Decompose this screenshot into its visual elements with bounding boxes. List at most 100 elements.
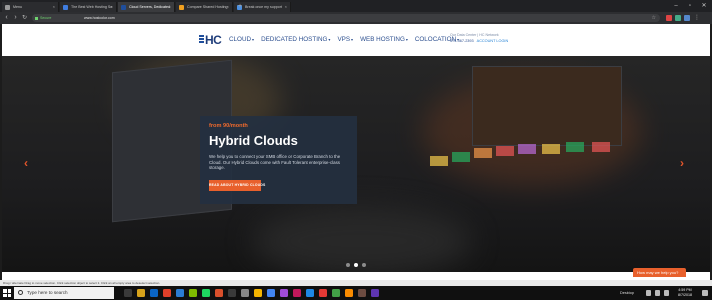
desktop-toolbar-label[interactable]: Desktop [620,286,634,300]
hero-slider: ‹ › from 90/month Hybrid Clouds We help … [2,56,710,272]
forward-icon[interactable]: › [11,13,20,23]
lock-icon [35,16,38,20]
nav-item-label: CLOUD [229,36,252,43]
taskbar-app-icon[interactable] [176,289,184,297]
nav-item-dedicated-hosting[interactable]: DEDICATED HOSTING▾ [261,35,330,45]
taskbar-app-icon[interactable] [306,289,314,297]
taskbar-search-input[interactable]: Type here to search [14,287,114,299]
sticky-note [592,142,610,152]
taskbar-app-icon[interactable] [345,289,353,297]
windows-taskbar: Type here to search Desktop 4:59 PM 8/7/… [0,286,712,300]
battery-icon[interactable] [664,290,669,296]
read-about-hybrid-clouds-button[interactable]: READ ABOUT HYBRID CLOUDS [209,180,265,191]
taskbar-app-icon[interactable] [163,289,171,297]
sticky-note [430,156,448,166]
chevron-down-icon: ▾ [252,37,255,42]
tab-title: Cloud Servers, Dedicated [129,5,170,9]
browser-tab[interactable]: Menu × [2,2,59,12]
taskbar-app-icon[interactable] [189,289,197,297]
taskbar-app-icon[interactable] [358,289,366,297]
taskbar-app-icon[interactable] [124,289,132,297]
hero-description: We help you to connect your SMB office o… [209,154,341,171]
taskbar-app-icon[interactable] [332,289,340,297]
taskbar-app-icon[interactable] [202,289,210,297]
monitor-image [472,66,622,146]
site-header: HC CLOUD▾ DEDICATED HOSTING▾ VPS▾ WEB HOSTI… [2,24,710,56]
back-icon[interactable]: ‹ [2,13,11,23]
previous-slide-arrow-icon[interactable]: ‹ [24,156,28,170]
nav-item-web-hosting[interactable]: WEB HOSTING▾ [360,35,408,45]
maximize-icon[interactable]: ▫ [684,0,696,12]
minimize-icon[interactable]: – [670,0,682,12]
extension-icon[interactable] [666,15,672,21]
main-navigation: CLOUD▾ DEDICATED HOSTING▾ VPS▾ WEB HOSTING▾… [229,35,459,45]
favicon-icon [121,4,126,10]
phone-number[interactable]: 574-367-2393 [450,39,474,43]
price-tagline: from 90/month [209,123,248,129]
nav-item-label: WEB HOSTING [360,36,405,43]
favicon-icon [5,4,10,10]
taskbar-app-icon[interactable] [241,289,249,297]
close-tab-icon[interactable]: × [53,2,55,12]
close-tab-icon[interactable]: × [111,2,113,12]
url-text[interactable]: www.hostcolor.com [84,14,115,22]
live-chat-button[interactable]: How may we help you? [633,268,686,277]
extension-icon[interactable] [684,15,690,21]
tab-title: Compare Shared Hosting [187,5,228,9]
close-tab-icon[interactable]: × [227,2,229,12]
sticky-note [518,144,536,154]
nav-item-cloud[interactable]: CLOUD▾ [229,35,254,45]
nav-item-label: DEDICATED HOSTING [261,36,328,43]
browser-tab[interactable]: Compare Shared Hosting × [176,2,233,12]
taskbar-app-icon[interactable] [137,289,145,297]
contact-block: Our Data Center | HC Network 574-367-239… [450,33,530,43]
taskbar-app-icon[interactable] [319,289,327,297]
taskbar-app-icon[interactable] [254,289,262,297]
search-placeholder: Type here to search [27,290,68,295]
close-window-icon[interactable]: ✕ [698,0,710,12]
sticky-note [452,152,470,162]
close-tab-icon[interactable]: × [285,2,287,12]
taskbar-app-icon[interactable] [280,289,288,297]
extension-icon[interactable] [675,15,681,21]
data-center-link[interactable]: Our Data Center | HC Network [450,33,530,37]
favicon-icon [179,4,184,10]
sticky-note [566,142,584,152]
favicon-icon [63,4,68,10]
secure-indicator[interactable]: Secure [35,14,51,22]
network-icon[interactable] [646,290,651,296]
slider-dot[interactable] [346,263,350,267]
tab-title: The Best Web Hosting Se [71,5,113,9]
close-tab-icon[interactable]: × [169,2,171,12]
nav-item-vps[interactable]: VPS▾ [337,35,353,45]
taskbar-app-icon[interactable] [267,289,275,297]
page-below-fold [2,272,710,280]
browser-tab-strip: Menu × The Best Web Hosting Se × Cloud Serve… [0,0,712,12]
next-slide-arrow-icon[interactable]: › [680,156,684,170]
sticky-note [542,144,560,154]
browser-tab[interactable]: Cloud Servers, Dedicated × [118,2,175,12]
sticky-note [496,146,514,156]
reload-icon[interactable]: ↻ [20,13,29,23]
tab-title: Break once my support [245,5,282,9]
volume-icon[interactable] [655,290,660,296]
taskbar-app-icon[interactable] [371,289,379,297]
taskbar-clock[interactable]: 4:59 PM 8/7/2018 [678,288,692,298]
address-bar[interactable]: Secure www.hostcolor.com ☆ [32,14,660,22]
taskbar-app-icon[interactable] [215,289,223,297]
browser-tab[interactable]: The Best Web Hosting Se × [60,2,117,12]
taskbar-app-icon[interactable] [150,289,158,297]
notifications-icon[interactable] [702,290,708,296]
sticky-note [474,148,492,158]
new-tab-button[interactable]: + [238,3,246,11]
chevron-down-icon: ▾ [405,37,408,42]
slider-dot[interactable] [354,263,358,267]
windows-start-icon[interactable] [3,289,11,297]
hostcolor-logo[interactable]: HC [199,33,223,47]
slider-dot[interactable] [362,263,366,267]
menu-icon[interactable]: ⋮ [694,15,700,21]
taskbar-app-icon[interactable] [293,289,301,297]
star-icon[interactable]: ☆ [652,14,656,22]
account-login-link[interactable]: ACCOUNT LOGIN [477,39,509,43]
taskbar-app-icon[interactable] [228,289,236,297]
